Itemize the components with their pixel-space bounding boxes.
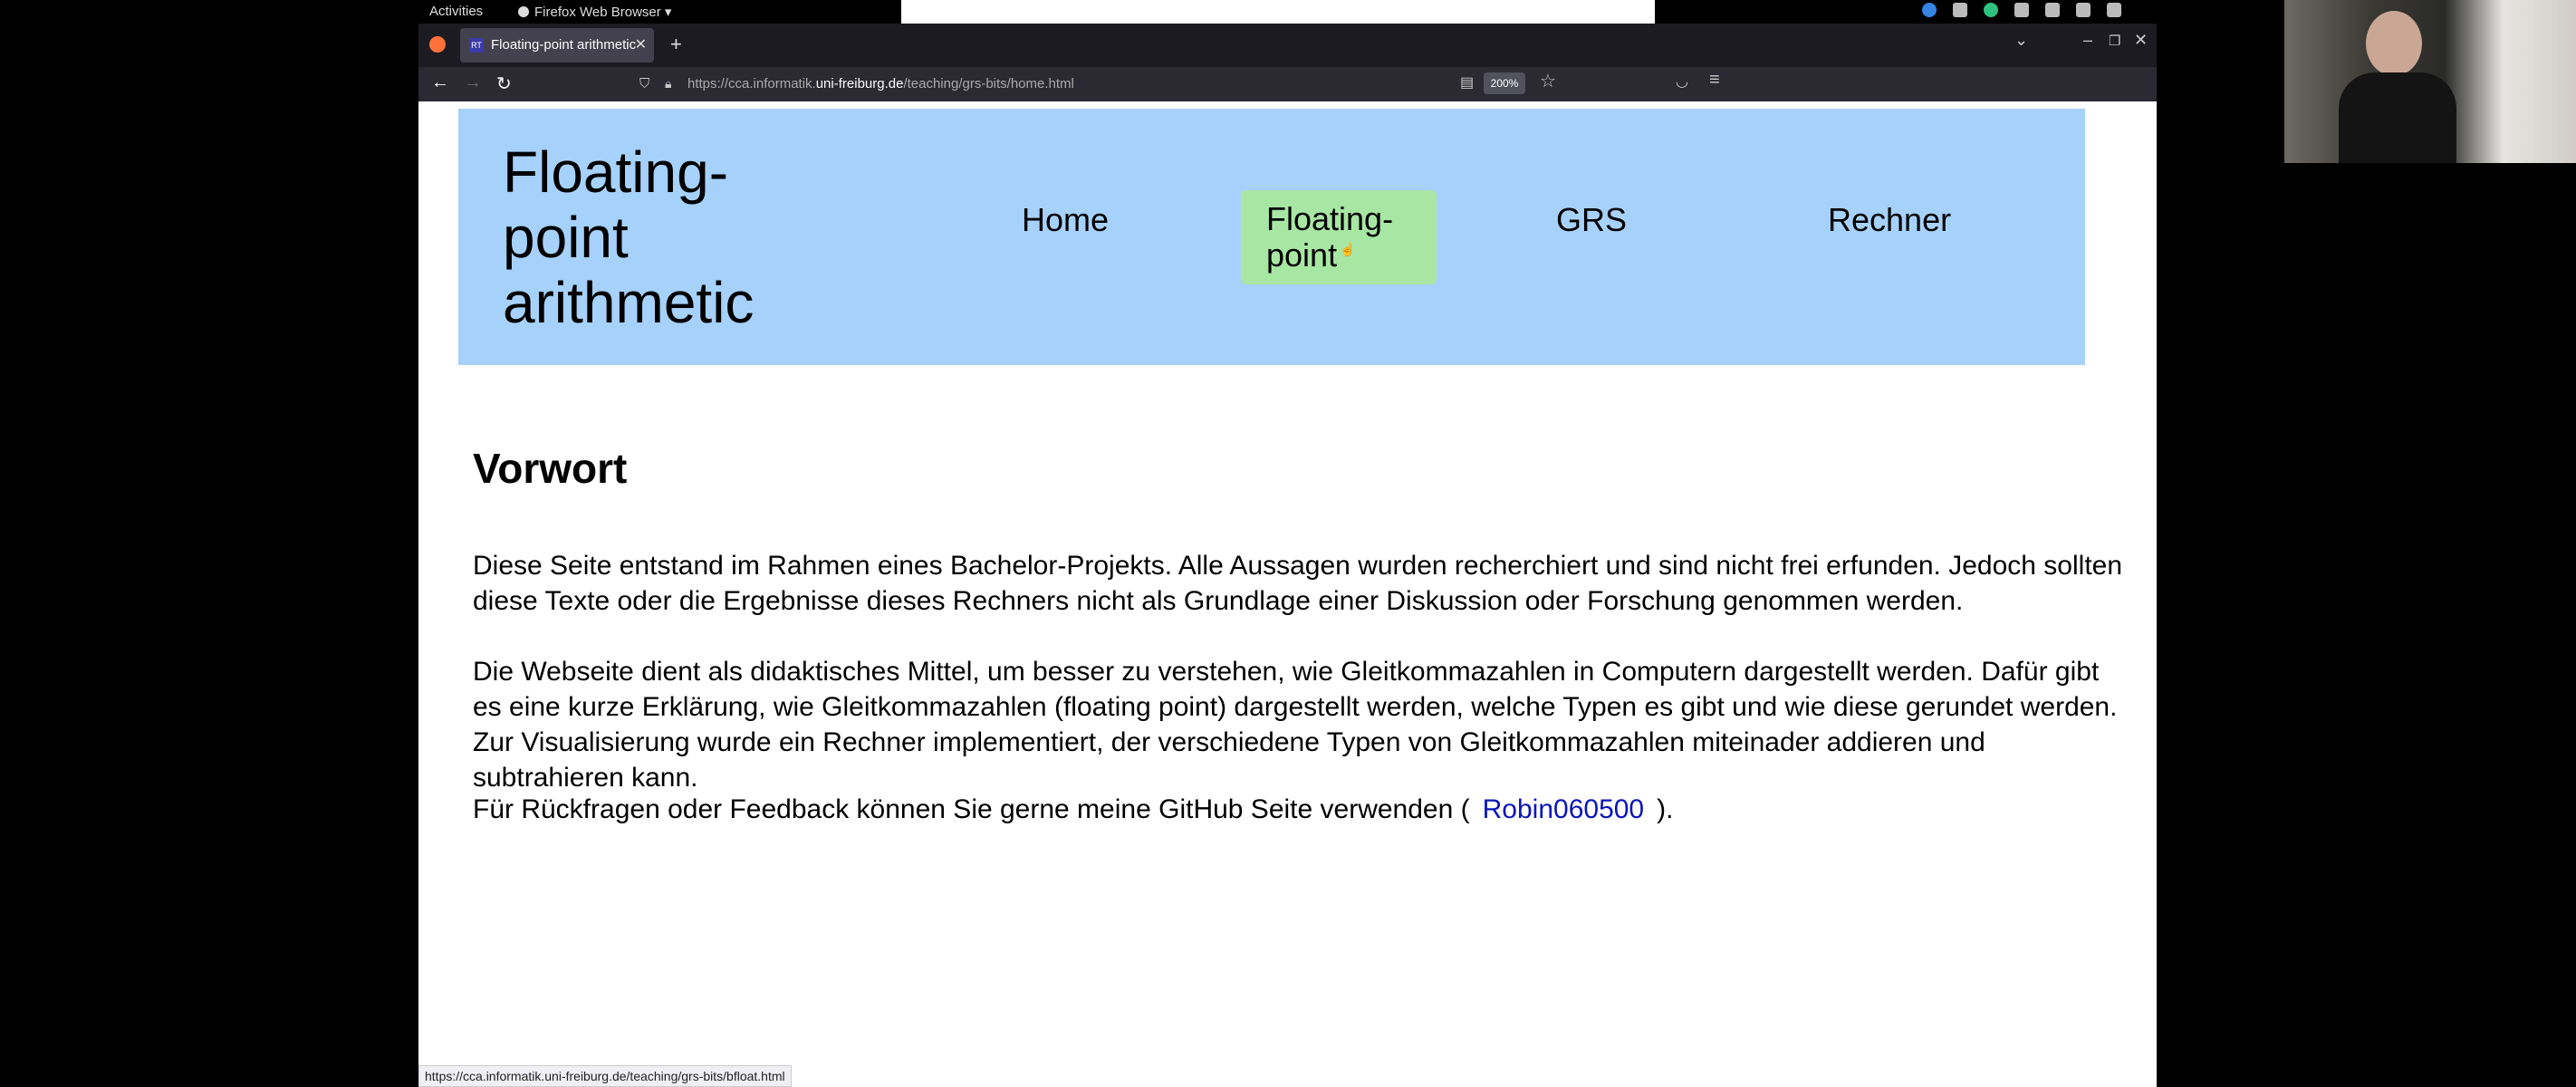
nav-rechner[interactable]: Rechner bbox=[1828, 201, 1951, 239]
minimize-icon[interactable]: – bbox=[2083, 31, 2092, 50]
window-close-icon[interactable]: ✕ bbox=[2134, 31, 2148, 50]
hamburger-menu-icon[interactable]: ≡ bbox=[1709, 70, 1720, 91]
presenter-head bbox=[2366, 11, 2422, 76]
back-icon[interactable]: ← bbox=[431, 72, 449, 93]
nav-home[interactable]: Home bbox=[1022, 201, 1109, 239]
status-blue-icon[interactable] bbox=[1922, 3, 1937, 17]
list-tabs-icon[interactable]: ⌄ bbox=[2014, 31, 2028, 50]
battery-icon[interactable] bbox=[2107, 3, 2121, 17]
tab-active[interactable]: RT Floating-point arithmetic ✕ bbox=[460, 28, 654, 63]
volume-icon[interactable] bbox=[2045, 3, 2060, 17]
tab-close-icon[interactable]: ✕ bbox=[635, 35, 647, 53]
tab-title: Floating-point arithmetic bbox=[491, 37, 637, 53]
microphone-icon[interactable] bbox=[2076, 3, 2091, 17]
firefox-icon bbox=[518, 6, 529, 17]
restore-icon[interactable]: ❐ bbox=[2109, 33, 2120, 49]
hand-cursor-icon: ☝ bbox=[1340, 242, 1356, 256]
lock-icon[interactable]: 🔒︎ bbox=[665, 76, 671, 91]
app-menu[interactable]: Firefox Web Browser ▾ bbox=[518, 4, 671, 20]
url-bar[interactable]: ⛉ 🔒︎ https://cca.informatik.uni-freiburg… bbox=[629, 70, 1928, 99]
nav-grs[interactable]: GRS bbox=[1556, 201, 1627, 239]
presenter-body bbox=[2339, 72, 2456, 163]
nav-floating-point[interactable]: Floating-point bbox=[1241, 190, 1437, 284]
network-icon[interactable] bbox=[2014, 3, 2029, 17]
activities-button[interactable]: Activities bbox=[429, 4, 483, 19]
firefox-view-icon[interactable] bbox=[429, 36, 446, 53]
status-link-preview: https://cca.informatik.uni-freiburg.de/t… bbox=[418, 1065, 792, 1087]
pocket-icon[interactable]: ◡ bbox=[1676, 72, 1688, 91]
accessibility-icon[interactable] bbox=[1953, 3, 1967, 17]
url-text[interactable]: https://cca.informatik.uni-freiburg.de/t… bbox=[687, 76, 1074, 91]
bookmark-star-icon[interactable]: ☆ bbox=[1540, 70, 1556, 92]
reader-view-icon[interactable]: ▤ bbox=[1460, 73, 1474, 91]
section-heading: Vorwort bbox=[473, 445, 628, 492]
new-tab-icon[interactable]: + bbox=[670, 33, 682, 56]
app-menu-label: Firefox Web Browser ▾ bbox=[534, 5, 672, 20]
tracking-shield-icon[interactable]: ⛉ bbox=[639, 76, 649, 91]
site-header: Floating-point arithmetic Home Floating-… bbox=[458, 109, 2085, 365]
zoom-level-badge[interactable]: 200% bbox=[1484, 72, 1525, 94]
forward-icon[interactable]: → bbox=[464, 72, 482, 93]
webcam-overlay bbox=[2284, 0, 2576, 163]
clock-area bbox=[901, 0, 1655, 24]
tab-bar: RT Floating-point arithmetic ✕ + ⌄ – ❐ ✕ bbox=[418, 24, 2157, 67]
feedback-text: Für Rückfragen oder Feedback können Sie … bbox=[473, 794, 1470, 824]
system-top-bar: Activities Firefox Web Browser ▾ bbox=[418, 0, 2157, 24]
reload-icon[interactable]: ↻ bbox=[496, 72, 512, 95]
tab-favicon: RT bbox=[469, 38, 484, 53]
navigation-toolbar: ← → ↻ ⛉ 🔒︎ https://cca.informatik.uni-fr… bbox=[418, 67, 2157, 101]
paragraph-feedback: Für Rückfragen oder Feedback können Sie … bbox=[473, 792, 2130, 827]
feedback-text-end: ). bbox=[1657, 794, 1674, 824]
system-tray[interactable] bbox=[1922, 3, 2121, 17]
github-link[interactable]: Robin060500 bbox=[1483, 794, 1645, 824]
paragraph-intro: Diese Seite entstand im Rahmen eines Bac… bbox=[473, 551, 2123, 616]
status-green-icon[interactable] bbox=[1984, 3, 1998, 17]
paragraph-purpose: Die Webseite dient als didaktisches Mitt… bbox=[473, 657, 2118, 793]
site-title: Floating-point arithmetic bbox=[503, 139, 755, 335]
page-content: Floating-point arithmetic Home Floating-… bbox=[418, 101, 2157, 1087]
nav-floating-point-label: Floating-point bbox=[1266, 200, 1394, 274]
